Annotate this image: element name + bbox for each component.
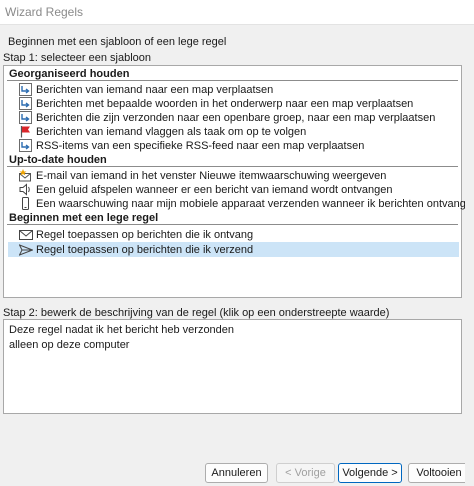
mobile-phone-icon	[18, 197, 33, 210]
finish-button[interactable]: Voltooien	[408, 463, 470, 483]
rule-description-line: Deze regel nadat ik het bericht heb verz…	[9, 324, 235, 336]
template-item-move-by-subject[interactable]: Berichten met bepaalde woorden in het on…	[8, 97, 459, 110]
template-item-mobile-alert[interactable]: Een waarschuwing naar mijn mobiele appar…	[8, 197, 466, 210]
template-item-apply-sent[interactable]: Regel toepassen op berichten die ik verz…	[8, 242, 459, 257]
step2-label: Stap 2: bewerk de beschrijving van de re…	[3, 307, 390, 319]
template-item-apply-received[interactable]: Regel toepassen op berichten die ik ontv…	[8, 228, 459, 241]
template-item-label: Een geluid afspelen wanneer er een beric…	[36, 183, 393, 196]
window-title: Wizard Regels	[5, 5, 84, 19]
template-item-label: RSS-items van een specifieke RSS-feed na…	[36, 139, 365, 152]
template-item-label: Regel toepassen op berichten die ik ontv…	[36, 228, 254, 241]
template-item-move-from-sender[interactable]: Berichten van iemand naar een map verpla…	[8, 83, 459, 96]
template-item-label: E-mail van iemand in het venster Nieuwe …	[36, 169, 387, 182]
back-button[interactable]: < Vorige	[276, 463, 335, 483]
move-to-folder-icon	[18, 139, 33, 152]
template-item-label: Berichten met bepaalde woorden in het on…	[36, 97, 414, 110]
step1-label: Stap 1: selecteer een sjabloon	[3, 52, 151, 64]
group-divider	[7, 224, 458, 225]
template-item-label: Berichten van iemand naar een map verpla…	[36, 83, 274, 96]
template-item-label: Berichten die zijn verzonden naar een op…	[36, 111, 436, 124]
template-item-flag-sender[interactable]: Berichten van iemand vlaggen als taak om…	[8, 125, 459, 138]
move-to-folder-icon	[18, 83, 33, 96]
send-icon	[18, 243, 33, 256]
title-bar: Wizard Regels	[0, 0, 474, 25]
next-button[interactable]: Volgende >	[338, 463, 402, 483]
move-to-folder-icon	[18, 111, 33, 124]
group-divider	[7, 166, 458, 167]
group-header-blank-rule: Beginnen met een lege regel	[9, 212, 159, 224]
rule-description-box[interactable]: Deze regel nadat ik het bericht heb verz…	[3, 319, 462, 414]
red-flag-icon	[18, 125, 33, 138]
move-to-folder-icon	[18, 97, 33, 110]
cancel-button[interactable]: Annuleren	[205, 463, 268, 483]
speaker-icon	[18, 183, 33, 196]
template-list[interactable]: Georganiseerd houden Berichten van ieman…	[3, 65, 466, 298]
template-item-move-public-group[interactable]: Berichten die zijn verzonden naar een op…	[8, 111, 459, 124]
group-header-up-to-date: Up-to-date houden	[9, 154, 107, 166]
template-item-play-sound[interactable]: Een geluid afspelen wanneer er een beric…	[8, 183, 459, 196]
rule-description-line: alleen op deze computer	[9, 339, 130, 351]
template-item-new-item-alert[interactable]: E-mail van iemand in het venster Nieuwe …	[8, 169, 459, 182]
envelope-icon	[18, 228, 33, 241]
group-divider	[7, 80, 458, 81]
template-item-label: Regel toepassen op berichten die ik verz…	[36, 243, 254, 256]
intro-text: Beginnen met een sjabloon of een lege re…	[8, 36, 227, 48]
group-header-organize: Georganiseerd houden	[9, 68, 130, 80]
template-item-label: Een waarschuwing naar mijn mobiele appar…	[36, 197, 466, 210]
template-item-label: Berichten van iemand vlaggen als taak om…	[36, 125, 307, 138]
template-item-move-rss[interactable]: RSS-items van een specifieke RSS-feed na…	[8, 139, 459, 152]
window-edge	[465, 25, 474, 486]
alert-envelope-icon	[18, 169, 33, 182]
